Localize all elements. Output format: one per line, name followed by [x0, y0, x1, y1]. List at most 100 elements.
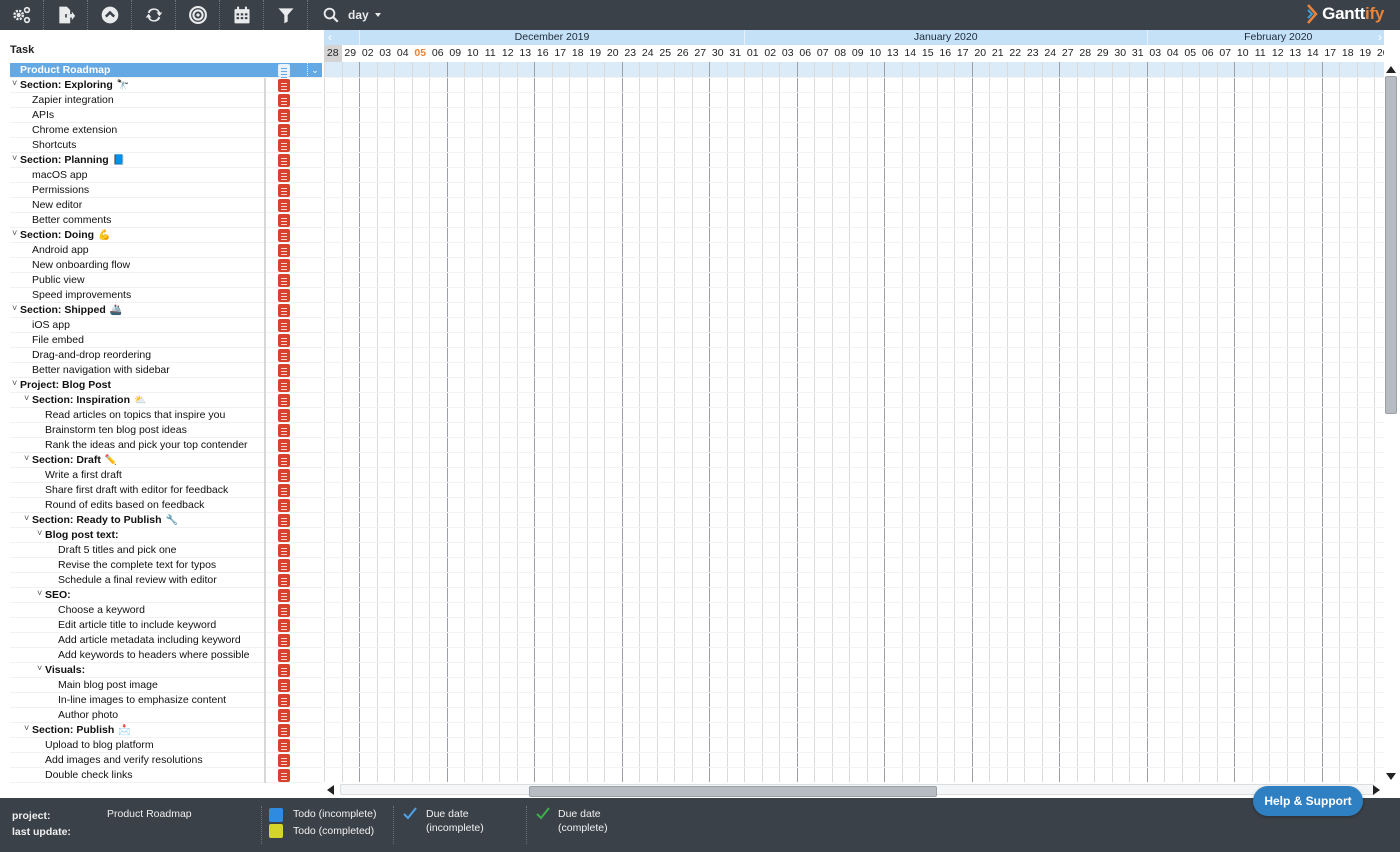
task-row[interactable]: iOS app — [10, 318, 322, 333]
todoist-icon[interactable] — [278, 604, 290, 617]
task-row[interactable]: APIs — [10, 108, 322, 123]
todoist-icon[interactable] — [278, 394, 290, 407]
chevron-down-icon[interactable]: ⌄ — [307, 63, 322, 78]
vertical-scrollbar[interactable] — [1384, 62, 1398, 782]
section-row[interactable]: ˅ Visuals: — [10, 663, 322, 678]
section-row[interactable]: ˅ Section: Ready to Publish 🔧 — [10, 513, 322, 528]
section-row[interactable]: ˅ Section: Inspiration ⛅ — [10, 393, 322, 408]
section-row[interactable]: ˅ Section: Draft ✏️ — [10, 453, 322, 468]
task-row[interactable]: Draft 5 titles and pick one — [10, 543, 322, 558]
search-icon[interactable] — [322, 6, 340, 24]
task-row[interactable]: Author photo — [10, 708, 322, 723]
collapse-chevron-icon[interactable]: ˅ — [12, 228, 17, 238]
collapse-chevron-icon[interactable]: ˅ — [37, 663, 42, 673]
task-row[interactable]: Add images and verify resolutions — [10, 753, 322, 768]
task-row[interactable]: Zapier integration — [10, 93, 322, 108]
todoist-icon[interactable] — [278, 514, 290, 527]
todoist-icon[interactable] — [278, 739, 290, 752]
todoist-icon[interactable] — [278, 79, 290, 92]
todoist-icon[interactable] — [278, 469, 290, 482]
todoist-icon[interactable] — [278, 244, 290, 257]
task-row[interactable]: Revise the complete text for typos — [10, 558, 322, 573]
todoist-icon[interactable] — [278, 154, 290, 167]
help-support-button[interactable]: Help & Support — [1253, 786, 1363, 816]
vertical-scroll-thumb[interactable] — [1385, 76, 1397, 414]
todoist-icon[interactable] — [278, 694, 290, 707]
scroll-right-icon[interactable] — [1373, 785, 1380, 795]
todoist-icon[interactable] — [278, 679, 290, 692]
todoist-icon[interactable] — [278, 334, 290, 347]
task-row[interactable]: In-line images to emphasize content — [10, 693, 322, 708]
todoist-icon[interactable] — [278, 274, 290, 287]
collapse-chevron-icon[interactable]: ˅ — [24, 393, 29, 403]
todoist-icon[interactable] — [278, 424, 290, 437]
collapse-chevron-icon[interactable]: ˅ — [37, 528, 42, 538]
collapse-chevron-icon[interactable]: ˅ — [37, 588, 42, 598]
task-row[interactable]: Shortcuts — [10, 138, 322, 153]
section-row[interactable]: ˅ SEO: — [10, 588, 322, 603]
task-row[interactable]: Chrome extension — [10, 123, 322, 138]
task-row[interactable]: Write a first draft — [10, 468, 322, 483]
todoist-icon[interactable] — [278, 529, 290, 542]
todoist-icon[interactable] — [278, 199, 290, 212]
section-row[interactable]: ˅ Section: Publish 📩 — [10, 723, 322, 738]
todoist-icon[interactable] — [278, 439, 290, 452]
export-button[interactable] — [44, 0, 88, 30]
task-row[interactable]: Rank the ideas and pick your top contend… — [10, 438, 322, 453]
horizontal-scrollbar[interactable] — [324, 783, 1384, 797]
task-row[interactable]: Drag-and-drop reordering — [10, 348, 322, 363]
todoist-icon[interactable] — [278, 229, 290, 242]
task-row[interactable]: Schedule a final review with editor — [10, 573, 322, 588]
task-row[interactable]: Add article metadata including keyword — [10, 633, 322, 648]
section-row[interactable]: ˅ Section: Doing 💪 — [10, 228, 322, 243]
todoist-icon[interactable] — [278, 139, 290, 152]
collapse-chevron-icon[interactable]: ˅ — [12, 78, 17, 88]
refresh-button[interactable] — [132, 0, 176, 30]
todoist-icon[interactable] — [278, 559, 290, 572]
todoist-icon[interactable] — [278, 499, 290, 512]
filter-button[interactable] — [264, 0, 308, 30]
todoist-icon[interactable] — [278, 574, 290, 587]
todoist-icon[interactable] — [278, 349, 290, 362]
scroll-down-icon[interactable] — [1386, 773, 1396, 780]
todoist-icon[interactable] — [278, 724, 290, 737]
section-row[interactable]: ˅ Section: Shipped 🚢 — [10, 303, 322, 318]
task-row[interactable]: Add keywords to headers where possible — [10, 648, 322, 663]
task-row[interactable]: Better comments — [10, 213, 322, 228]
section-row[interactable]: ˅ Section: Planning 📘 — [10, 153, 322, 168]
todoist-icon[interactable] — [278, 364, 290, 377]
todoist-icon[interactable] — [278, 619, 290, 632]
todoist-icon[interactable] — [278, 544, 290, 557]
collapse-chevron-icon[interactable]: ˅ — [24, 453, 29, 463]
todoist-icon[interactable] — [278, 64, 290, 77]
settings-button[interactable] — [0, 0, 44, 30]
task-row[interactable]: Better navigation with sidebar — [10, 363, 322, 378]
section-row[interactable]: ˅ Project: Blog Post — [10, 378, 322, 393]
target-button[interactable] — [176, 0, 220, 30]
horizontal-scroll-track[interactable] — [340, 784, 1374, 797]
task-row[interactable]: New onboarding flow — [10, 258, 322, 273]
task-row[interactable]: Edit article title to include keyword — [10, 618, 322, 633]
todoist-icon[interactable] — [278, 184, 290, 197]
todoist-icon[interactable] — [278, 379, 290, 392]
task-row[interactable]: Public view — [10, 273, 322, 288]
todoist-icon[interactable] — [278, 94, 290, 107]
collapse-chevron-icon[interactable]: ˅ — [12, 153, 17, 163]
horizontal-scroll-thumb[interactable] — [529, 786, 937, 797]
todoist-icon[interactable] — [278, 214, 290, 227]
view-mode-dropdown[interactable]: day — [348, 8, 381, 22]
section-row[interactable]: ˅ Section: Exploring 🔭 — [10, 78, 322, 93]
todoist-icon[interactable] — [278, 769, 290, 782]
project-row[interactable]: Product Roadmap ⌄ — [10, 63, 322, 78]
task-row[interactable]: Choose a keyword — [10, 603, 322, 618]
todoist-icon[interactable] — [278, 169, 290, 182]
prev-period-button[interactable]: ‹ — [324, 30, 336, 45]
task-row[interactable]: Upload to blog platform — [10, 738, 322, 753]
task-row[interactable]: File embed — [10, 333, 322, 348]
task-row[interactable]: Read articles on topics that inspire you — [10, 408, 322, 423]
todoist-icon[interactable] — [278, 409, 290, 422]
task-row[interactable]: Brainstorm ten blog post ideas — [10, 423, 322, 438]
todoist-icon[interactable] — [278, 754, 290, 767]
todoist-icon[interactable] — [278, 319, 290, 332]
collapse-chevron-icon[interactable]: ˅ — [24, 723, 29, 733]
